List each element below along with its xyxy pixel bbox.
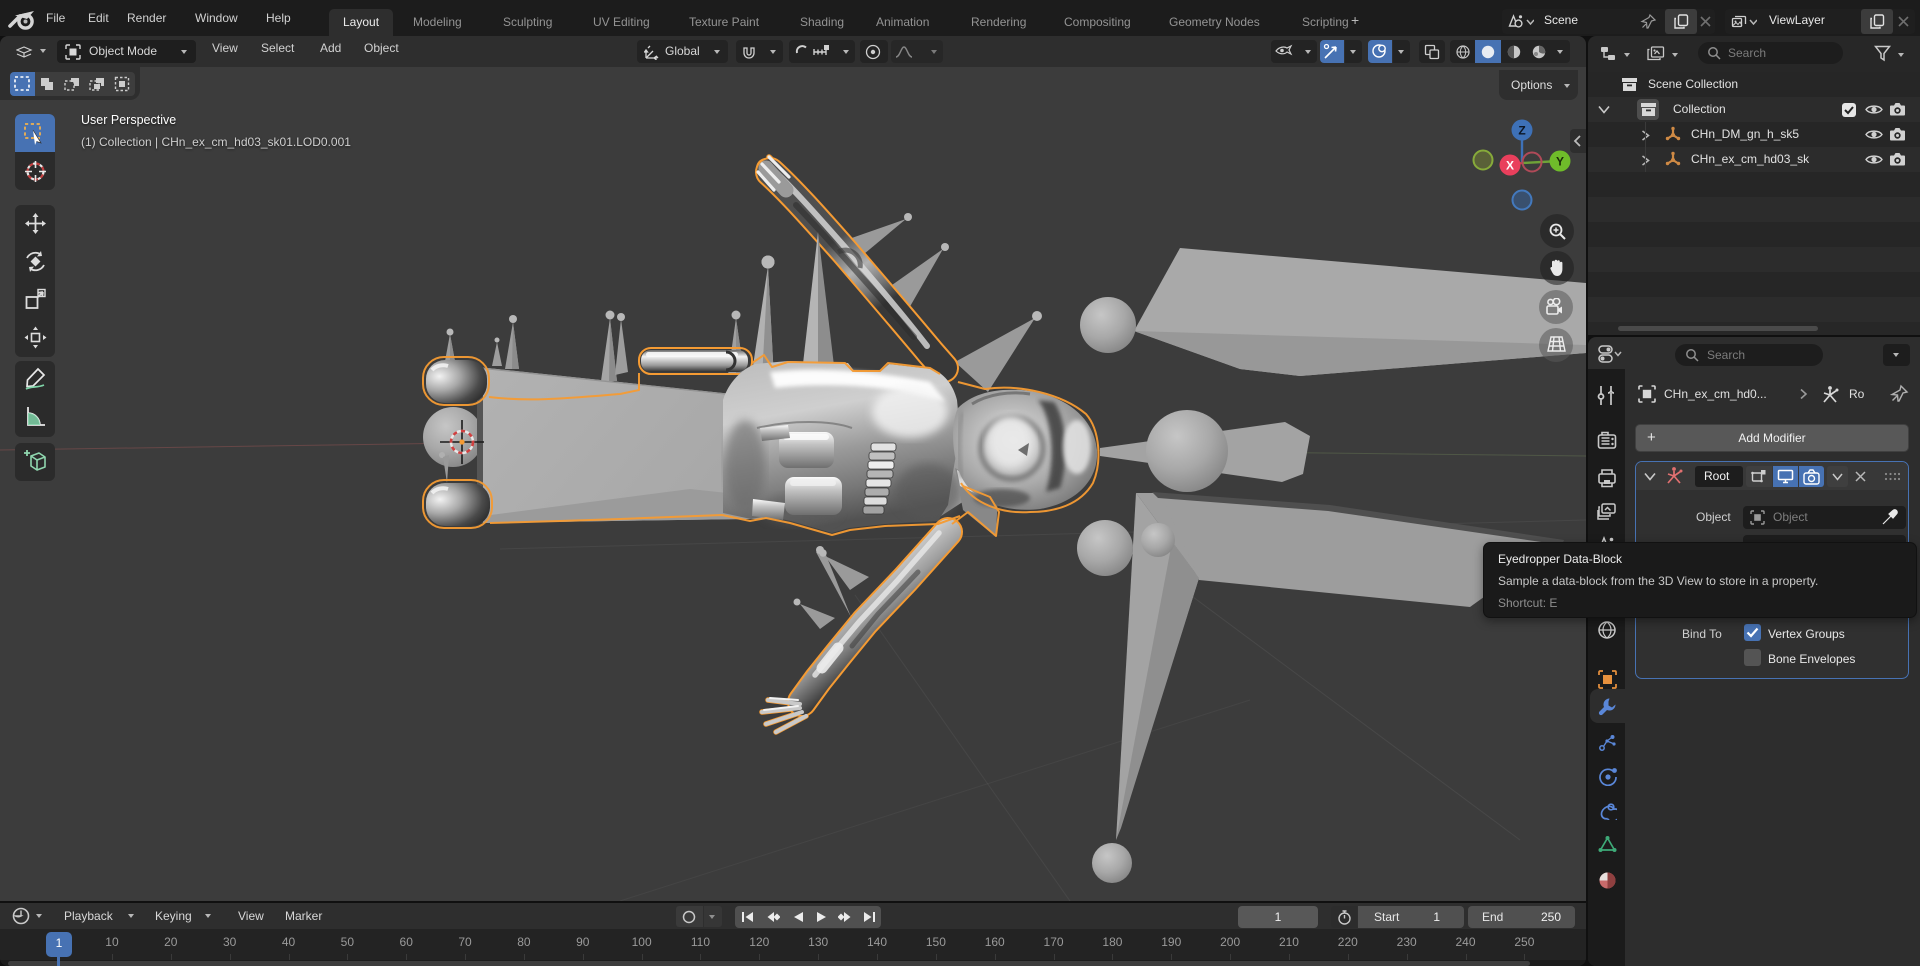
svg-text:X: X <box>1506 159 1514 173</box>
svg-text:Y: Y <box>1556 155 1564 169</box>
svg-text:Z: Z <box>1518 124 1525 138</box>
